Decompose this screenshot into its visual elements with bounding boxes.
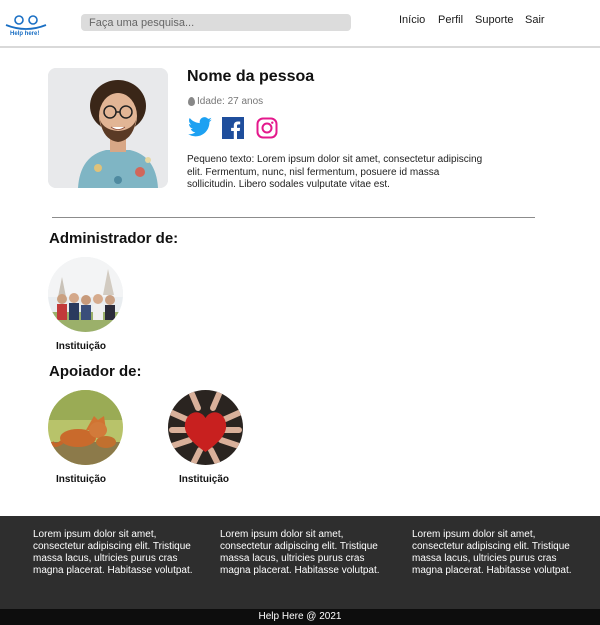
admin-institution-label[interactable]: Instituição <box>41 341 121 352</box>
nav-suporte[interactable]: Suporte <box>475 14 514 28</box>
admin-section-title: Administrador de: <box>49 230 179 247</box>
nav-inicio[interactable]: Início <box>399 14 425 28</box>
age-icon <box>188 97 195 106</box>
header: Help here! Início Perfil Suporte Sair <box>0 0 600 48</box>
profile-age-text: Idade: 27 anos <box>197 96 264 107</box>
search-input[interactable] <box>81 14 351 31</box>
footer-column-3: Lorem ipsum dolor sit amet, consectetur … <box>412 529 572 576</box>
supporter-institution-label-1[interactable]: Instituição <box>41 474 121 485</box>
footer-column-2: Lorem ipsum dolor sit amet, consectetur … <box>220 529 380 576</box>
profile-photo <box>48 68 168 188</box>
supporter-section-title: Apoiador de: <box>49 363 142 380</box>
footer-column-1: Lorem ipsum dolor sit amet, consectetur … <box>33 529 193 576</box>
nav-perfil[interactable]: Perfil <box>438 14 463 28</box>
instagram-icon[interactable] <box>256 117 278 139</box>
footer: Lorem ipsum dolor sit amet, consectetur … <box>0 516 600 609</box>
divider <box>52 217 535 218</box>
facebook-icon[interactable] <box>222 117 244 139</box>
logo-icon <box>5 15 47 30</box>
profile-bio: Pequeno texto: Lorem ipsum dolor sit ame… <box>187 154 483 190</box>
supporter-institution-image-2[interactable] <box>168 390 243 465</box>
copyright-bar: Help Here @ 2021 <box>0 609 600 625</box>
profile-age: Idade: 27 anos <box>188 96 263 107</box>
profile-name: Nome da pessoa <box>187 68 315 85</box>
nav-sair[interactable]: Sair <box>525 14 545 28</box>
logo-text: Help here! <box>10 31 40 37</box>
copyright-text: Help Here @ 2021 <box>258 611 342 622</box>
supporter-institution-image-1[interactable] <box>48 390 123 465</box>
twitter-icon[interactable] <box>187 117 212 139</box>
admin-institution-image[interactable] <box>48 257 123 332</box>
supporter-institution-label-2[interactable]: Instituição <box>164 474 244 485</box>
